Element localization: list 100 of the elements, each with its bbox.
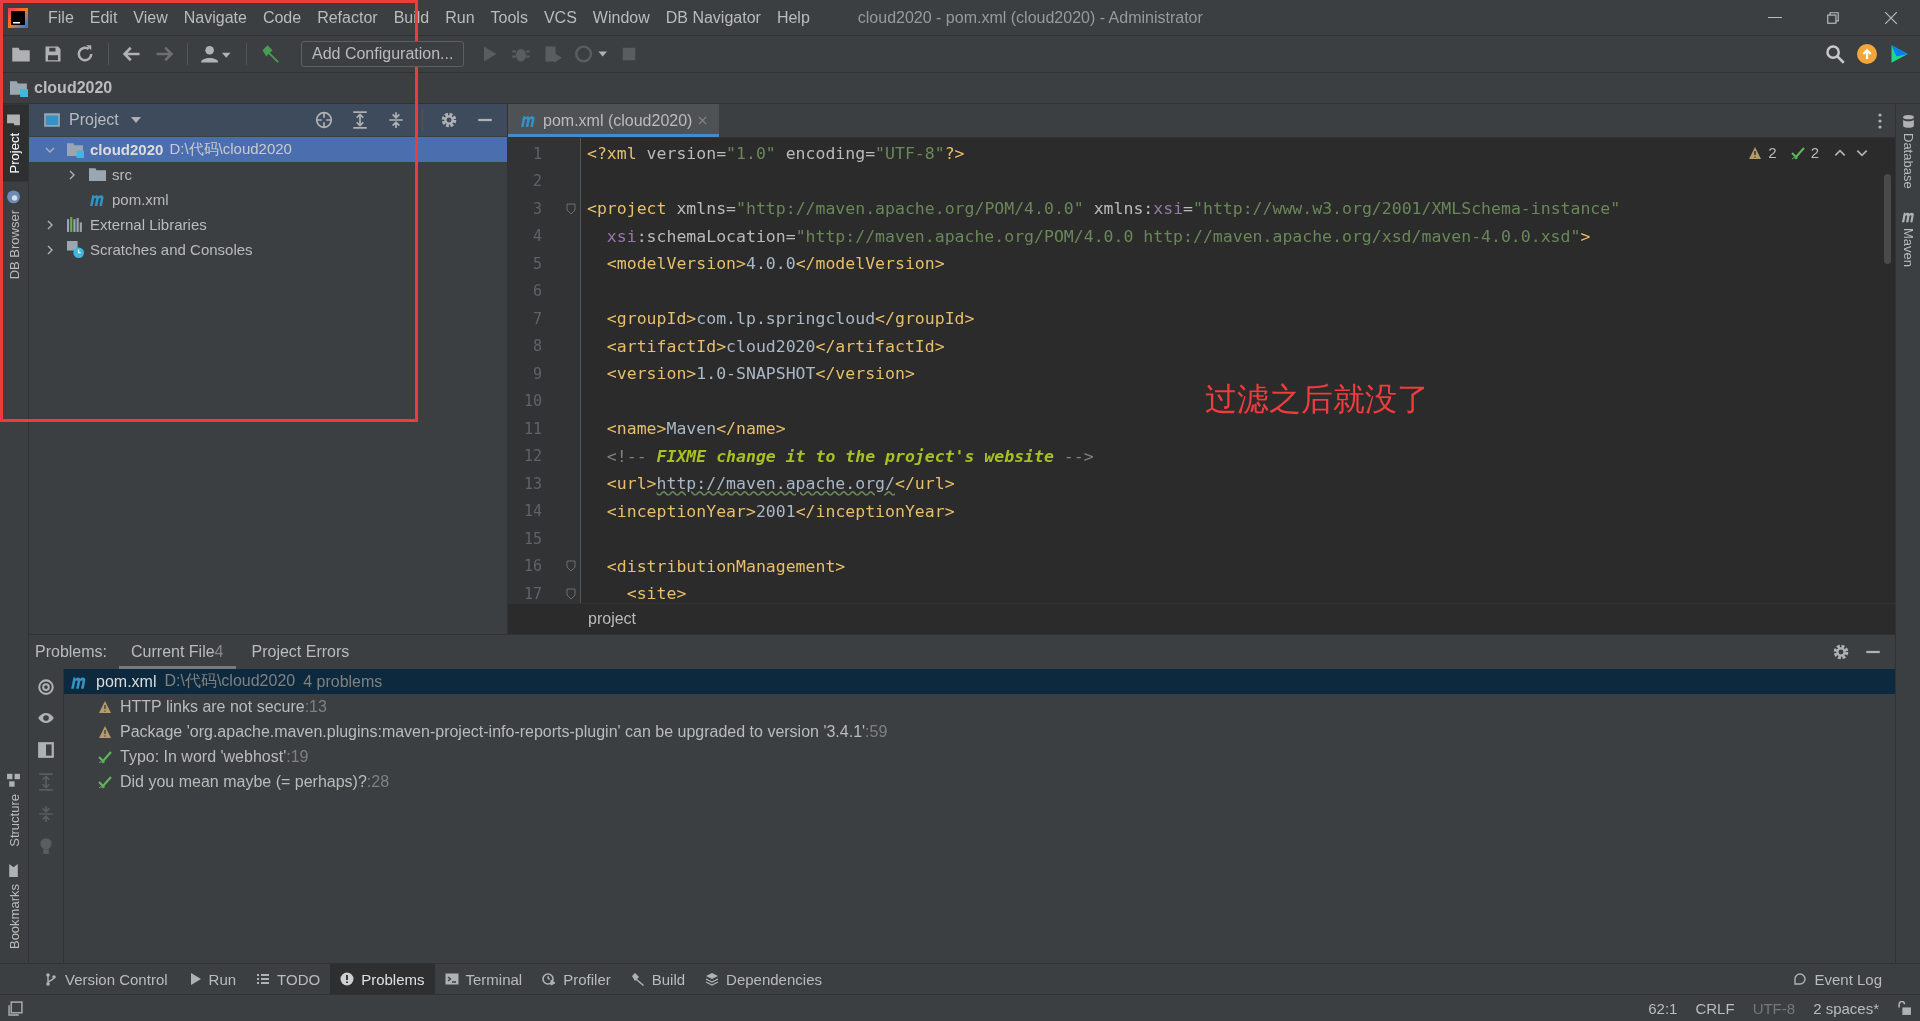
exclamation-icon: [340, 972, 355, 986]
structure-icon: [6, 773, 22, 789]
breadcrumb-item[interactable]: project: [588, 610, 637, 628]
menu-item[interactable]: File: [40, 0, 82, 35]
database-icon: [6, 189, 22, 205]
code-line: <distributionManagement>: [605, 556, 846, 576]
menu-item[interactable]: Window: [584, 0, 658, 35]
project-view-dropdown[interactable]: Project: [69, 111, 141, 129]
tool-window-button[interactable]: Run: [177, 964, 247, 994]
problem-item[interactable]: Did you mean maybe (= perhaps)?:28: [64, 769, 1895, 794]
folder-icon: [89, 166, 106, 183]
more-options-icon[interactable]: [1877, 112, 1883, 129]
problems-tab[interactable]: Current File4: [119, 635, 236, 669]
run-configuration-dropdown[interactable]: Add Configuration...: [301, 41, 465, 67]
event-log-button[interactable]: Event Log: [1783, 964, 1892, 994]
chevron-right-icon[interactable]: [67, 169, 77, 180]
tool-window-button[interactable]: TODO: [246, 964, 331, 994]
menu-item[interactable]: Help: [768, 0, 818, 35]
code-line: <url>http://maven.apache.org/</url>: [605, 474, 955, 493]
code-line: <project xmlns="http://maven.apache.org/POM/4.0.0" xmlns:xsi="http://www.w3.org/2001/XMLSchema-instance": [587, 199, 1621, 218]
close-icon: [1884, 10, 1898, 25]
status-bar-item[interactable]: CRLF: [1695, 999, 1735, 1017]
tool-window-button[interactable]: Dependencies: [695, 964, 832, 994]
menu-item[interactable]: Refactor: [309, 0, 386, 35]
code-line: xsi:schemaLocation="http://maven.apache.org/POM/4.0.0 http://maven.apache.org/xsd/maven-4.0.0.xsd">: [605, 226, 1591, 246]
status-bar-item[interactable]: 2 spaces*: [1813, 999, 1879, 1017]
problem-item[interactable]: Typo: In word 'webhost':19: [64, 744, 1895, 769]
status-bar-item[interactable]: 62:1: [1648, 999, 1678, 1017]
speech-bubble-icon: [1793, 972, 1808, 986]
typo-count: 2: [1810, 144, 1819, 161]
problem-file-row[interactable]: pom.xml D:\代码\cloud2020 4 problems: [64, 669, 1895, 694]
warning-count: 2: [1768, 144, 1777, 161]
breadcrumb-item[interactable]: cloud2020: [34, 79, 113, 97]
problems-tab[interactable]: Project Errors: [239, 635, 362, 669]
panel-toggle-icon[interactable]: [8, 1000, 23, 1016]
typo-check-icon: [1788, 145, 1807, 160]
database-icon: [1900, 114, 1916, 129]
code-line: <inceptionYear>2001</inceptionYear>: [605, 501, 955, 521]
typo-check-icon: [98, 774, 112, 789]
menu-item[interactable]: Run: [437, 0, 483, 35]
list-icon: [256, 972, 271, 986]
tree-item[interactable]: cloud2020 D:\代码\cloud2020: [29, 137, 507, 162]
tool-window-button[interactable]: Problems: [330, 964, 435, 994]
chevron-right-icon[interactable]: [45, 244, 55, 255]
folder-icon: [6, 112, 22, 127]
menu-item[interactable]: Tools: [482, 0, 536, 35]
tree-item[interactable]: src: [29, 162, 507, 187]
fold-marker-icon[interactable]: [566, 560, 576, 573]
annotation-text: 过滤之后就没了: [1205, 379, 1429, 420]
menu-item[interactable]: VCS: [535, 0, 585, 35]
layers-icon: [705, 972, 720, 986]
fold-marker-icon[interactable]: [566, 587, 576, 600]
code-line: <!-- FIXME change it to the project's website -->: [605, 446, 1094, 466]
typo-check-icon: [98, 749, 112, 764]
warning-icon: [98, 724, 112, 739]
menu-item[interactable]: Code: [254, 0, 310, 35]
minimize-icon: [1768, 16, 1782, 19]
caret-icon: [130, 117, 141, 123]
app-logo-icon: [8, 7, 28, 28]
panel-title: Problems:: [35, 643, 108, 661]
tool-window-tab[interactable]: Structure: [0, 765, 28, 855]
preview-pane-icon[interactable]: [37, 741, 55, 759]
profiler-icon: [542, 972, 557, 986]
problem-item[interactable]: Package 'org.apache.maven.plugins:maven-project-info-reports-plugin' can be upgraded to version '3.4.1':59: [64, 719, 1895, 744]
code-line: <name>Maven</name>: [605, 419, 786, 438]
hammer-icon: [630, 972, 645, 986]
editor-tab[interactable]: pom.xml (cloud2020): [508, 104, 720, 137]
warning-icon: [98, 699, 112, 714]
project-view-icon: [43, 111, 61, 129]
menu-item[interactable]: Navigate: [175, 0, 255, 35]
problem-item[interactable]: HTTP links are not secure:13: [64, 694, 1895, 719]
close-icon[interactable]: [698, 116, 708, 125]
tool-window-button[interactable]: Terminal: [434, 964, 533, 994]
tree-item[interactable]: pom.xml: [29, 187, 507, 212]
terminal-icon: [444, 972, 459, 986]
scrollbar[interactable]: [1884, 174, 1891, 264]
tool-window-button[interactable]: Build: [620, 964, 696, 994]
module-folder-icon: [67, 141, 84, 158]
clock-file-icon: [67, 241, 84, 258]
fold-marker-icon[interactable]: [566, 202, 576, 215]
tool-window-tab[interactable]: Maven: [1896, 198, 1920, 277]
menu-item[interactable]: DB Navigator: [657, 0, 769, 35]
code-line: <version>1.0-SNAPSHOT</version>: [605, 364, 915, 383]
tool-window-button[interactable]: Profiler: [532, 964, 621, 994]
code-line: <artifactId>cloud2020</artifactId>: [605, 336, 945, 356]
menu-item[interactable]: View: [125, 0, 176, 35]
update-icon[interactable]: [1854, 44, 1880, 64]
tree-item[interactable]: Scratches and Consoles: [29, 237, 507, 262]
auto-scroll-icon[interactable]: [37, 677, 55, 695]
unlocked-padlock-icon[interactable]: [1897, 1000, 1912, 1016]
tool-window-tab[interactable]: Bookmarks: [0, 854, 28, 957]
tree-item[interactable]: External Libraries: [29, 212, 507, 237]
tool-window-tab[interactable]: Database: [1896, 104, 1920, 199]
code-line: <?xml version="1.0" encoding="UTF-8"?>: [587, 144, 965, 163]
branch-icon: [44, 972, 58, 986]
chevron-right-icon[interactable]: [45, 219, 55, 230]
restore-icon: [1826, 10, 1840, 25]
tool-window-button[interactable]: Version Control: [34, 964, 178, 994]
code-line: <groupId>com.lp.springcloud</groupId>: [605, 309, 975, 328]
menu-item[interactable]: Edit: [81, 0, 126, 35]
